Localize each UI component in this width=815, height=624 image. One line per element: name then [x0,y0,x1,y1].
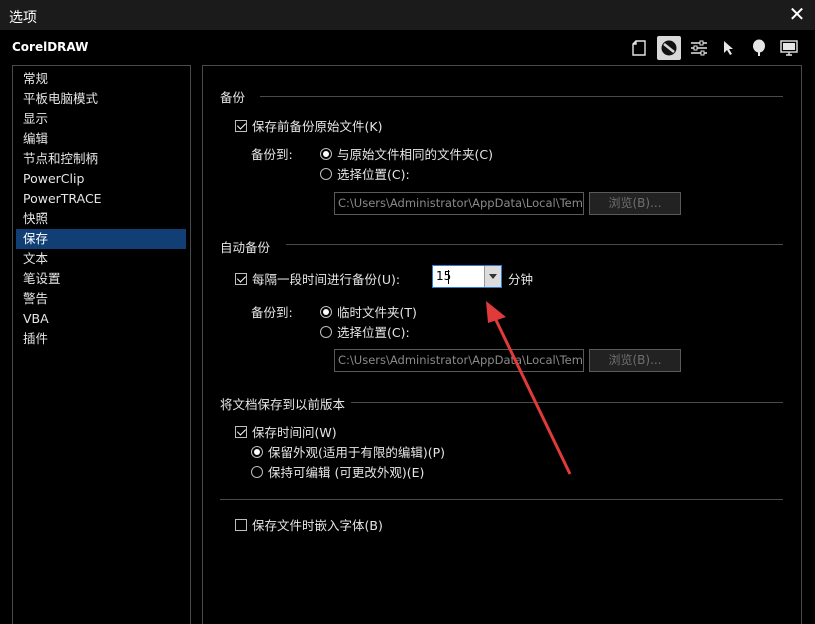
embed-fonts-divider [220,499,783,500]
radio-dot [320,305,332,318]
specific-folder-label: 选择位置(C): [337,167,410,182]
radio-dot [251,445,263,458]
chevron-down-icon[interactable] [484,266,501,287]
no-entry-icon[interactable] [657,36,681,60]
embed-fonts-checkbox[interactable]: 保存文件时嵌入字体(B) [235,515,383,534]
sidebar-item[interactable]: 节点和控制柄 [16,149,186,169]
radio-dot [320,325,332,338]
title-bar: 选项 ✕ [0,0,815,30]
autobackup-specific-folder-label: 选择位置(C): [337,325,410,340]
page-icon[interactable] [627,36,651,60]
checkbox-box [235,272,247,285]
interval-combo[interactable]: 15 [432,265,502,288]
text-caret [448,270,449,284]
keep-appearance-label: 保留外观(适用于有限的编辑)(P) [268,445,446,460]
sidebar-item[interactable]: 平板电脑模式 [16,89,186,109]
backup-path-field[interactable]: C:\Users\Administrator\AppData\Local\Tem… [334,192,584,215]
sidebar-item[interactable]: 显示 [16,109,186,129]
sidebar-item[interactable]: 文本 [16,249,186,269]
sidebar-item[interactable]: PowerTRACE [16,189,186,209]
sidebar-item[interactable]: 笔设置 [16,269,186,289]
interval-unit-label: 分钟 [508,272,534,287]
autobackup-section-title: 自动备份 [220,240,271,255]
embed-fonts-label: 保存文件时嵌入字体(B) [252,518,383,533]
window-title: 选项 [9,10,37,26]
autobackup-checkbox[interactable]: 每隔一段时间进行备份(U): [235,269,400,288]
close-icon[interactable]: ✕ [785,3,809,27]
keep-editable-radio[interactable]: 保持可编辑 (可更改外观)(E) [251,462,424,481]
sliders-icon[interactable] [687,36,711,60]
save-time-checkbox[interactable]: 保存时间问(W) [235,422,337,441]
backup-divider [260,96,783,97]
checkbox-box [235,425,247,438]
same-folder-radio[interactable]: 与原始文件相同的文件夹(C) [320,144,493,163]
backup-section-title: 备份 [220,90,246,105]
backup-to-label: 备份到: [251,147,293,162]
autobackup-to-label: 备份到: [251,305,293,320]
sidebar-item[interactable]: 编辑 [16,129,186,149]
sidebar-item[interactable]: 快照 [16,209,186,229]
temp-folder-radio[interactable]: 临时文件夹(T) [320,302,417,321]
temp-folder-label: 临时文件夹(T) [337,305,417,320]
make-backup-checkbox[interactable]: 保存前备份原始文件(K) [235,116,382,135]
autobackup-divider [286,244,783,245]
sidebar-item[interactable]: VBA [16,309,186,329]
sidebar-item[interactable]: PowerClip [16,169,186,189]
radio-dot [320,147,332,160]
app-name: CorelDRAW [12,40,89,54]
monitor-icon[interactable] [777,36,801,60]
keep-editable-label: 保持可编辑 (可更改外观)(E) [268,465,425,480]
category-tree: 常规 平板电脑模式 显示 编辑 节点和控制柄 PowerClip PowerTRACE 快照保… [12,65,191,624]
keep-appearance-radio[interactable]: 保留外观(适用于有限的编辑)(P) [251,442,445,461]
sidebar-item[interactable]: 保存 [16,229,186,249]
save-time-label: 保存时间问(W) [252,425,337,440]
checkbox-box [235,518,247,531]
cursor-icon[interactable] [717,36,741,60]
sidebar-item[interactable]: 警告 [16,289,186,309]
radio-dot [320,167,332,180]
specific-folder-radio[interactable]: 选择位置(C): [320,164,410,183]
autobackup-path-field[interactable]: C:\Users\Administrator\AppData\Local\Tem… [334,349,584,372]
backup-browse-button[interactable]: 浏览(B)... [589,192,681,215]
autobackup-browse-button[interactable]: 浏览(B)... [589,349,681,372]
sidebar-item[interactable]: 常规 [16,69,186,89]
radio-dot [251,465,263,478]
autobackup-label: 每隔一段时间进行备份(U): [252,272,401,287]
autobackup-specific-folder-radio[interactable]: 选择位置(C): [320,322,410,341]
previous-version-section-title: 将文档保存到以前版本 [220,397,346,412]
balloon-icon[interactable] [747,36,771,60]
same-folder-label: 与原始文件相同的文件夹(C) [337,147,493,162]
settings-panel: 备份 保存前备份原始文件(K) 备份到: 与原始文件相同的文件夹(C) 选择位置… [202,65,802,624]
previous-version-divider [351,402,783,403]
sidebar-item[interactable]: 插件 [16,329,186,349]
checkbox-box [235,119,247,132]
category-toolbar [627,36,801,60]
make-backup-label: 保存前备份原始文件(K) [252,119,383,134]
